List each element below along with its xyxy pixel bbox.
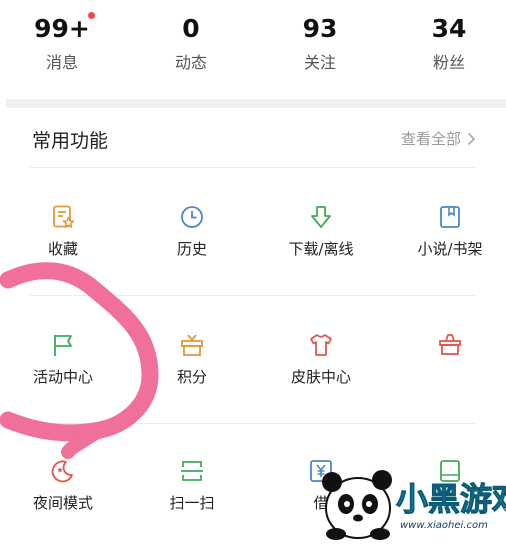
scan-label: 扫一扫 <box>169 494 215 512</box>
download-offline-button[interactable]: 下载/离线 <box>266 204 376 259</box>
watermark-logo: 小黑游戏 www.xiaohei.com <box>318 464 506 541</box>
skin-center-label: 皮肤中心 <box>290 368 351 386</box>
favorites-icon <box>53 205 75 228</box>
scan-button[interactable]: 扫一扫 <box>137 458 247 513</box>
view-all-label: 查看全部 <box>400 130 461 148</box>
stat-following[interactable]: 93 关注 <box>260 14 380 73</box>
divider-line <box>30 423 476 424</box>
points-button[interactable]: 积分 <box>137 332 247 387</box>
activity-center-button[interactable]: 活动中心 <box>8 332 118 387</box>
novel-bookshelf-button[interactable]: 小说/书架 <box>395 204 505 259</box>
divider-line <box>30 295 476 296</box>
download-offline-label: 下载/离线 <box>288 240 354 258</box>
activity-center-label: 活动中心 <box>32 368 93 386</box>
moon-icon <box>51 460 73 483</box>
stat-posts[interactable]: 0 动态 <box>131 14 251 73</box>
download-arrow-icon <box>311 206 331 228</box>
night-mode-label: 夜间模式 <box>32 494 93 512</box>
stats-bar: 99+ 消息 0 动态 93 关注 34 粉丝 <box>0 0 506 95</box>
stat-label: 动态 <box>174 53 207 72</box>
stat-value: 99+ <box>34 14 90 43</box>
novel-bookshelf-label: 小说/书架 <box>417 240 483 258</box>
stat-followers[interactable]: 34 粉丝 <box>389 14 506 73</box>
bookmark-book-icon <box>440 206 460 228</box>
watermark-text: 小黑游戏 <box>396 480 506 518</box>
history-clock-icon <box>181 206 203 228</box>
divider-line <box>30 167 476 168</box>
gift-box-icon <box>181 334 203 356</box>
stat-value: 34 <box>431 14 467 43</box>
panda-mascot-icon: 小黑游戏 www.xiaohei.com <box>322 470 506 540</box>
scan-icon <box>181 461 203 481</box>
favorites-label: 收藏 <box>47 240 78 258</box>
history-button[interactable]: 历史 <box>137 204 247 259</box>
section-divider <box>6 99 506 108</box>
view-all-link[interactable]: 查看全部 <box>401 128 476 149</box>
watermark-url: www.xiaohei.com <box>400 520 488 531</box>
unread-badge-dot <box>88 12 95 19</box>
section-title: 常用功能 <box>32 130 109 152</box>
stat-label: 关注 <box>303 53 336 72</box>
stat-label: 粉丝 <box>432 53 465 72</box>
history-label: 历史 <box>176 240 207 258</box>
stat-messages[interactable]: 99+ 消息 <box>2 14 122 73</box>
points-label: 积分 <box>176 368 207 386</box>
stat-value: 93 <box>302 14 338 43</box>
chevron-right-icon <box>467 132 476 145</box>
skin-center-button[interactable]: 皮肤中心 <box>266 332 376 387</box>
night-mode-button[interactable]: 夜间模式 <box>8 458 118 513</box>
shop-button[interactable] <box>395 332 505 367</box>
favorites-button[interactable]: 收藏 <box>8 204 118 259</box>
shop-basket-icon <box>439 334 461 355</box>
stat-label: 消息 <box>45 53 78 72</box>
flag-icon <box>54 335 72 356</box>
stat-value: 0 <box>182 14 200 43</box>
tshirt-icon <box>310 334 332 356</box>
